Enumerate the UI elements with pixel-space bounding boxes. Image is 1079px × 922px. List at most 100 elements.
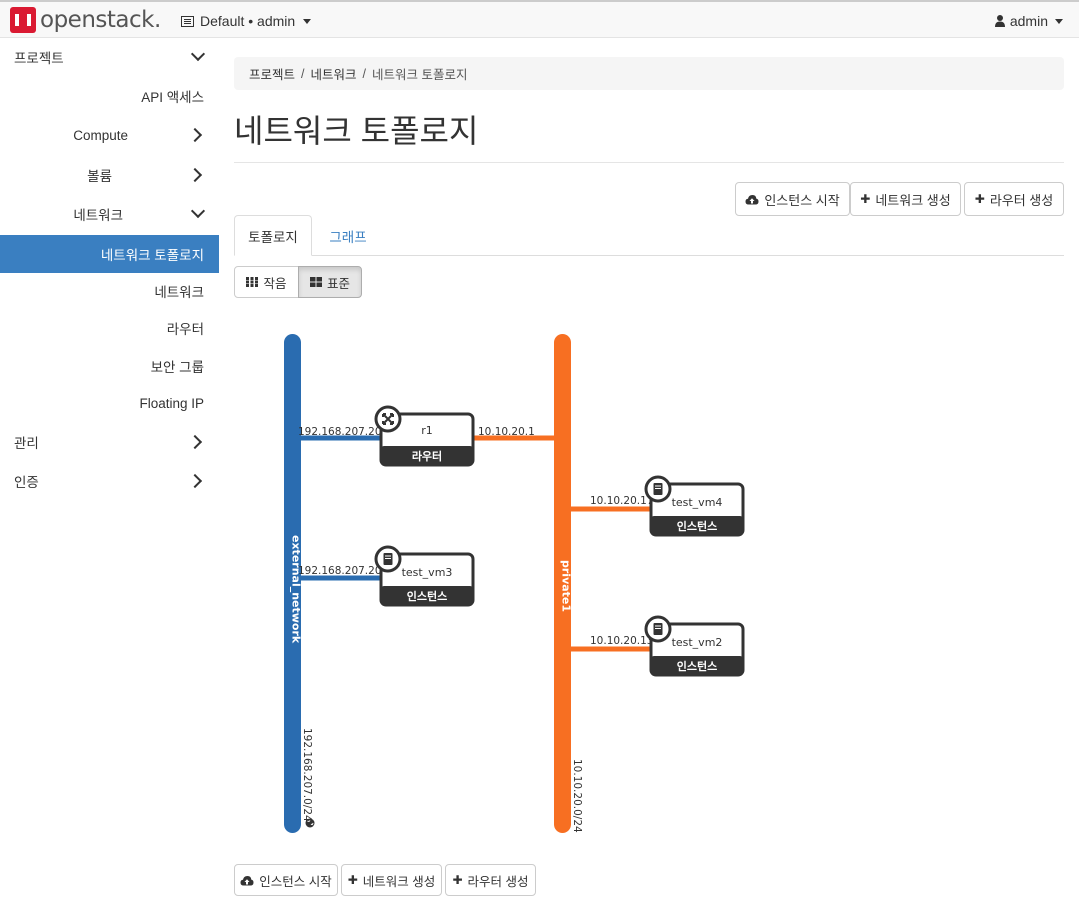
tab-topology[interactable]: 토폴로지 <box>234 215 312 256</box>
plus-icon: ✚ <box>347 873 358 887</box>
sidebar-item-security-groups[interactable]: 보안 그룹 <box>0 347 219 385</box>
sidebar-item-label: 라우터 <box>166 322 204 337</box>
user-menu[interactable]: admin <box>994 13 1063 29</box>
create-network-label: 네트워크 생성 <box>875 192 951 208</box>
sidebar-item-api-access[interactable]: API 액세스 <box>0 77 219 115</box>
sidebar-item-floating-ip[interactable]: Floating IP <box>0 384 219 422</box>
chevron-right-icon <box>187 167 203 183</box>
router-node-r1[interactable]: r1 라우터 <box>374 405 475 467</box>
sidebar-item-routers[interactable]: 라우터 <box>0 309 219 347</box>
router-icon <box>374 405 402 433</box>
breadcrumb-item-current: 네트워크 토폴로지 <box>372 68 468 82</box>
sidebar-item-network[interactable]: 네트워크 <box>0 195 219 233</box>
project-selector[interactable]: Default • admin <box>181 13 312 29</box>
grid-small-icon <box>246 277 259 287</box>
node-type: 인스턴스 <box>677 659 717 673</box>
view-small-label: 작음 <box>263 276 287 291</box>
sidebar-item-network-topology[interactable]: 네트워크 토폴로지 <box>0 235 219 273</box>
sidebar-item-compute[interactable]: Compute <box>0 116 219 154</box>
node-name: test_vm2 <box>672 636 723 649</box>
caret-down-icon <box>1055 18 1063 24</box>
sidebar-item-label: 네트워크 토폴로지 <box>100 248 204 263</box>
node-name: test_vm3 <box>402 566 453 579</box>
plus-icon: ✚ <box>974 192 985 206</box>
tab-label: 그래프 <box>329 229 367 245</box>
sidebar-item-networks[interactable]: 네트워크 <box>0 272 219 310</box>
sidebar-item-label: Compute <box>73 127 128 143</box>
sidebar-item-identity[interactable]: 인증 <box>0 462 219 500</box>
node-type: 인스턴스 <box>677 519 717 533</box>
launch-instance-label: 인스턴스 시작 <box>764 192 840 208</box>
cloud-upload-icon <box>745 194 759 204</box>
port-ip-label: 192.168.207.209 <box>298 426 388 438</box>
network-external[interactable]: external_network 192.168.207.0/24 <box>284 334 315 833</box>
create-router-label: 라우터 생성 <box>989 192 1054 208</box>
network-name: external_network <box>290 535 303 644</box>
sidebar: 프로젝트 API 액세스 Compute 볼륨 네트워크 네트워크 토폴로지 네… <box>0 38 219 922</box>
logo-text: openstack. <box>40 7 161 33</box>
create-network-button-bottom[interactable]: ✚ 네트워크 생성 <box>341 864 442 896</box>
topology-tabs: 토폴로지 그래프 <box>234 215 1064 256</box>
plus-icon: ✚ <box>860 192 871 206</box>
network-name: private1 <box>560 560 573 612</box>
page-title: 네트워크 토폴로지 <box>234 113 479 149</box>
sidebar-item-label: 네트워크 <box>154 285 204 300</box>
launch-instance-label: 인스턴스 시작 <box>259 874 332 889</box>
node-name: r1 <box>421 424 433 437</box>
server-icon <box>644 615 672 643</box>
caret-down-icon <box>303 18 312 24</box>
sidebar-item-label: 관리 <box>14 436 39 451</box>
create-network-label: 네트워크 생성 <box>362 874 436 889</box>
network-private1[interactable]: private1 10.10.20.0/24 <box>554 334 583 833</box>
title-divider <box>234 162 1064 163</box>
sidebar-item-label: 인증 <box>14 475 39 490</box>
sidebar-item-admin[interactable]: 관리 <box>0 423 219 461</box>
instance-node-test-vm2[interactable]: test_vm2 인스턴스 <box>644 615 745 677</box>
openstack-logo[interactable]: openstack. <box>10 7 161 33</box>
sidebar-item-label: 볼륨 <box>87 169 112 184</box>
chevron-right-icon <box>187 127 203 143</box>
breadcrumb: 프로젝트 / 네트워크 / 네트워크 토폴로지 <box>234 57 1064 90</box>
sidebar-item-volumes[interactable]: 볼륨 <box>0 156 219 194</box>
cloud-upload-icon <box>240 875 254 885</box>
breadcrumb-item-network[interactable]: 네트워크 <box>311 64 357 83</box>
network-topology-canvas: external_network 192.168.207.0/24 privat… <box>284 334 745 833</box>
node-name: test_vm4 <box>672 496 723 509</box>
create-network-button[interactable]: ✚ 네트워크 생성 <box>850 182 961 216</box>
launch-instance-button-bottom[interactable]: 인스턴스 시작 <box>234 864 338 896</box>
globe-icon <box>305 818 315 828</box>
tab-label: 토폴로지 <box>248 229 298 245</box>
view-small-button[interactable]: 작음 <box>234 266 299 298</box>
node-type: 라우터 <box>412 449 442 463</box>
create-router-button-bottom[interactable]: ✚ 라우터 생성 <box>445 864 536 896</box>
plus-icon: ✚ <box>452 873 463 887</box>
chevron-down-icon <box>190 203 206 219</box>
launch-instance-button[interactable]: 인스턴스 시작 <box>735 182 850 216</box>
instance-node-test-vm3[interactable]: test_vm3 인스턴스 <box>374 545 475 607</box>
create-router-label: 라우터 생성 <box>467 874 529 889</box>
port-ip-label: 10.10.20.13 <box>590 635 653 647</box>
chevron-down-icon <box>190 46 206 62</box>
instance-node-test-vm4[interactable]: test_vm4 인스턴스 <box>644 475 745 537</box>
list-icon <box>181 15 194 27</box>
user-menu-label: admin <box>1009 13 1048 29</box>
node-type: 인스턴스 <box>407 589 447 603</box>
top-navbar: openstack. Default • admin admin <box>0 0 1079 38</box>
breadcrumb-separator: / <box>362 66 366 81</box>
chevron-right-icon <box>187 473 203 489</box>
create-router-button[interactable]: ✚ 라우터 생성 <box>964 182 1064 216</box>
sidebar-item-label: Floating IP <box>139 395 204 411</box>
view-normal-button[interactable]: 표준 <box>298 266 362 298</box>
chevron-right-icon <box>187 434 203 450</box>
tab-graph[interactable]: 그래프 <box>316 215 380 256</box>
server-icon <box>374 545 402 573</box>
network-cidr: 192.168.207.0/24 <box>301 728 313 822</box>
sidebar-item-project[interactable]: 프로젝트 <box>0 38 219 76</box>
server-icon <box>644 475 672 503</box>
openstack-logo-icon <box>10 7 36 33</box>
sidebar-item-label: 프로젝트 <box>14 51 64 66</box>
port-ip-label: 10.10.20.1 <box>478 426 535 438</box>
project-selector-label: Default • admin <box>200 13 296 29</box>
breadcrumb-item-project[interactable]: 프로젝트 <box>249 64 295 83</box>
network-cidr: 10.10.20.0/24 <box>571 759 583 833</box>
